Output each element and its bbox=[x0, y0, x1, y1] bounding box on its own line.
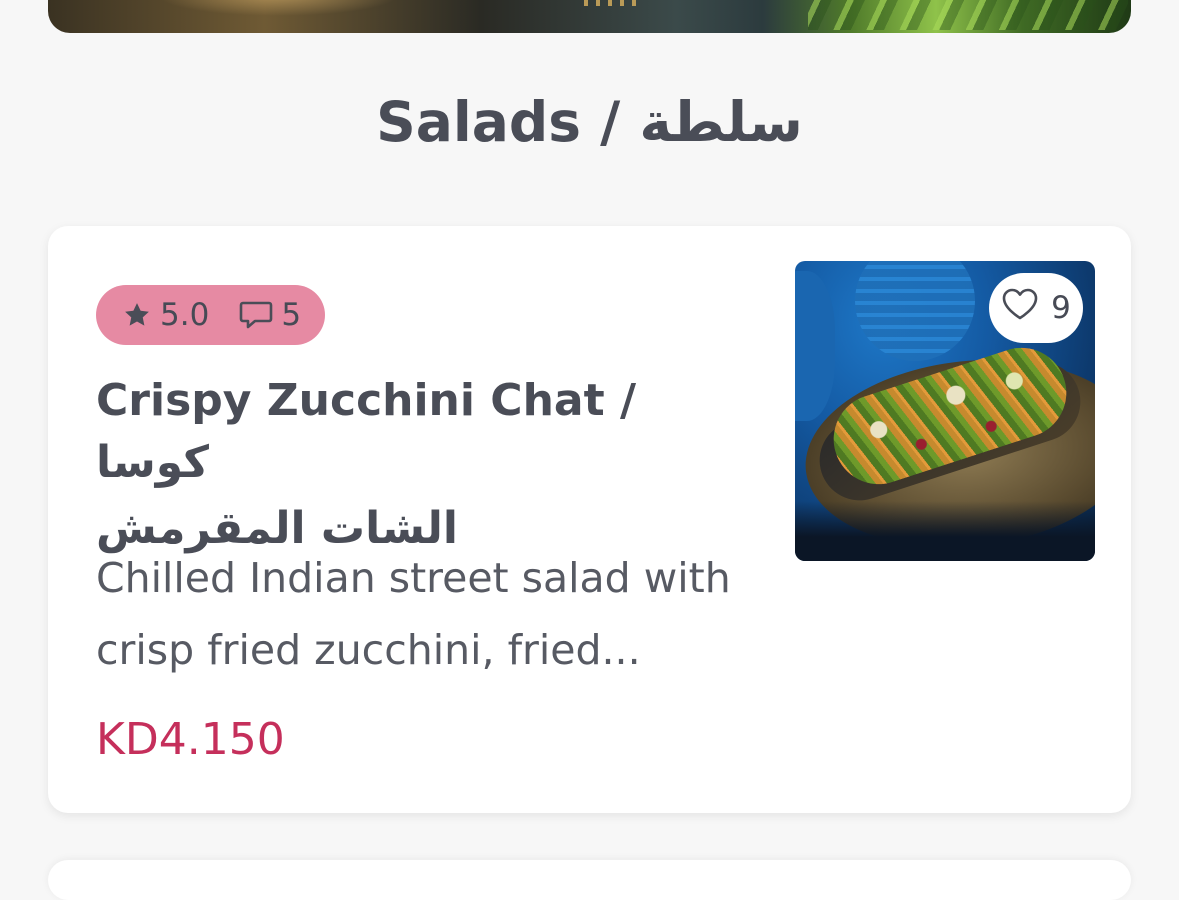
item-photo[interactable]: 9 bbox=[795, 261, 1095, 561]
menu-item-card[interactable]: 5.0 5 Crispy Zucchini Chat / كوسا الشات … bbox=[48, 226, 1131, 813]
next-menu-item-card[interactable] bbox=[48, 860, 1131, 900]
rating-value: 5.0 bbox=[160, 297, 210, 333]
speech-bubble-icon bbox=[239, 299, 273, 331]
rating-badge: 5.0 5 bbox=[96, 285, 326, 345]
star-icon bbox=[122, 300, 152, 330]
item-price: KD4.150 bbox=[96, 714, 285, 765]
likes-count: 9 bbox=[1051, 290, 1071, 326]
item-title[interactable]: Crispy Zucchini Chat / كوسا الشات المقرم… bbox=[96, 370, 756, 560]
comments-count: 5 bbox=[281, 297, 302, 333]
like-button[interactable]: 9 bbox=[989, 273, 1083, 343]
section-title: Salads / سلطة bbox=[376, 90, 803, 154]
item-title-line1: Crispy Zucchini Chat / كوسا bbox=[96, 375, 637, 488]
category-banner-image bbox=[48, 0, 1131, 33]
heart-icon bbox=[1001, 287, 1039, 329]
item-description: Chilled Indian street salad with crisp f… bbox=[96, 554, 731, 674]
